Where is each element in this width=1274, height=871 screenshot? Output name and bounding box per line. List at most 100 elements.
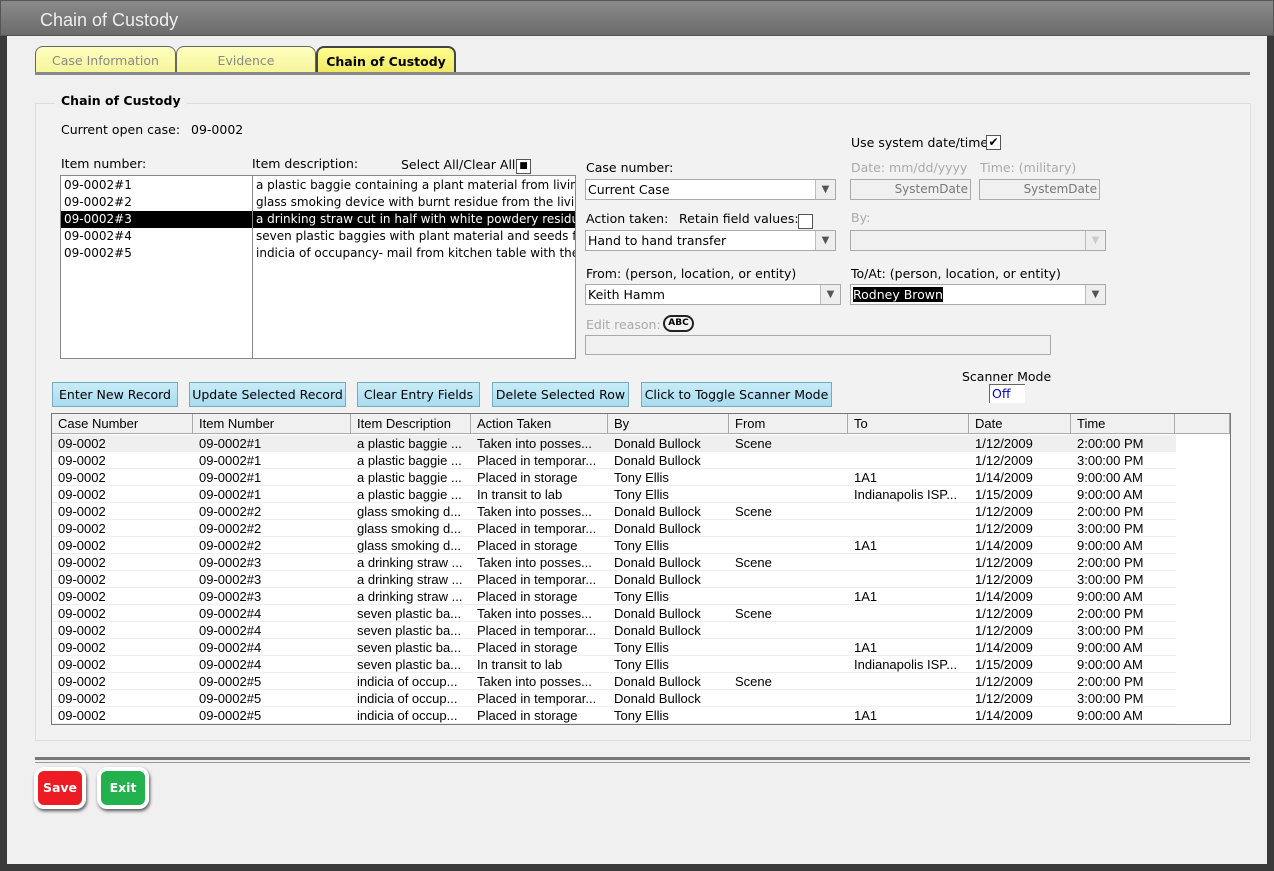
table-row[interactable]: 09-0002 09-0002#4 seven plastic ba... Place…: [52, 622, 1176, 639]
column-header[interactable]: Item Number: [193, 414, 351, 434]
table-cell: [848, 690, 969, 707]
select-all-checkbox[interactable]: ■: [516, 159, 531, 174]
date-field[interactable]: SystemDate: [850, 179, 971, 200]
table-cell: 09-0002: [58, 470, 106, 485]
time-field[interactable]: SystemDate: [979, 179, 1100, 200]
table-row[interactable]: 09-0002 09-0002#3 a drinking straw ... Plac…: [52, 588, 1176, 605]
edit-reason-field[interactable]: [585, 335, 1051, 355]
table-row[interactable]: 09-0002 09-0002#5 indicia of occup... Place…: [52, 690, 1176, 707]
table-cell: Scene: [735, 555, 772, 570]
table-cell: [729, 537, 848, 554]
divider: [35, 762, 1250, 763]
item-number-label: Item number:: [61, 156, 147, 171]
retain-field-values-checkbox[interactable]: [798, 214, 813, 229]
table-cell: 09-0002#4: [199, 623, 262, 638]
column-header[interactable]: To: [848, 414, 969, 434]
column-header[interactable]: Action Taken: [471, 414, 608, 434]
item-number: 09-0002#2: [64, 195, 132, 209]
table-cell: 09-0002: [58, 674, 106, 689]
table-row[interactable]: 09-0002 09-0002#1 a plastic baggie ... Take…: [52, 435, 1176, 452]
column-header[interactable]: Case Number: [52, 414, 193, 434]
column-header[interactable]: From: [729, 414, 848, 434]
item-list-row[interactable]: 09-0002#3 a drinking straw cut in half wi…: [61, 211, 575, 228]
save-button[interactable]: Save: [34, 767, 86, 809]
table-cell: 1/12/2009: [975, 674, 1033, 689]
case-number-select[interactable]: Current Case ▼: [585, 179, 836, 200]
table-cell: Tony Ellis: [614, 487, 669, 502]
item-list[interactable]: 09-0002#1 a plastic baggie containing a p…: [60, 175, 576, 359]
table-cell: Placed in temporar...: [477, 453, 597, 468]
table-cell: 1/12/2009: [975, 504, 1033, 519]
tab-chain-of-custody[interactable]: Chain of Custody: [316, 46, 456, 73]
item-list-row[interactable]: 09-0002#4 seven plastic baggies with plan…: [61, 228, 575, 245]
column-header[interactable]: Item Description: [351, 414, 471, 434]
delete-selected-row-button[interactable]: Delete Selected Row: [492, 382, 629, 407]
exit-button[interactable]: Exit: [97, 767, 149, 809]
date-label: Date: mm/dd/yyyy: [851, 160, 968, 175]
table-row[interactable]: 09-0002 09-0002#5 indicia of occup... Taken…: [52, 673, 1176, 690]
update-selected-record-button[interactable]: Update Selected Record: [189, 382, 346, 407]
table-cell: 09-0002: [58, 521, 106, 536]
item-list-row[interactable]: 09-0002#1 a plastic baggie containing a p…: [61, 177, 575, 194]
action-taken-select[interactable]: Hand to hand transfer ▼: [585, 230, 836, 251]
table-cell: 09-0002#4: [199, 640, 262, 655]
tab-divider: [35, 72, 1250, 75]
table-row[interactable]: 09-0002 09-0002#2 glass smoking d... Placed…: [52, 520, 1176, 537]
table-row[interactable]: 09-0002 09-0002#3 a drinking straw ... Take…: [52, 554, 1176, 571]
table-cell: Taken into posses...: [477, 504, 592, 519]
table-row[interactable]: 09-0002 09-0002#4 seven plastic ba... Place…: [52, 639, 1176, 656]
table-cell: [729, 452, 848, 469]
enter-new-record-button[interactable]: Enter New Record: [52, 382, 178, 407]
table-cell: 09-0002#3: [199, 589, 262, 604]
table-cell: 1A1: [854, 708, 878, 723]
tab-case-information[interactable]: Case Information: [35, 46, 176, 73]
from-select[interactable]: Keith Hamm ▼: [585, 284, 841, 305]
table-row[interactable]: 09-0002 09-0002#2 glass smoking d... Taken …: [52, 503, 1176, 520]
spell-check-icon[interactable]: ABC: [663, 315, 694, 332]
table-cell: [729, 486, 848, 503]
table-row[interactable]: 09-0002 09-0002#4 seven plastic ba... In tr…: [52, 656, 1176, 673]
to-select[interactable]: Rodney Brown ▼: [850, 284, 1106, 305]
table-cell: 1A1: [854, 589, 878, 604]
table-cell: 09-0002#5: [199, 708, 262, 723]
table-cell: 09-0002: [58, 606, 106, 621]
column-header[interactable]: By: [608, 414, 729, 434]
table-row[interactable]: 09-0002 09-0002#1 a plastic baggie ... In t…: [52, 486, 1176, 503]
table-cell: indicia of occup...: [357, 674, 458, 689]
table-cell: Donald Bullock: [614, 674, 701, 689]
toggle-scanner-mode-button[interactable]: Click to Toggle Scanner Mode: [641, 382, 832, 407]
clear-entry-fields-button[interactable]: Clear Entry Fields: [357, 382, 480, 407]
item-number: 09-0002#3: [61, 211, 252, 228]
table-cell: [729, 707, 848, 724]
column-header[interactable]: Date: [969, 414, 1071, 434]
table-cell: [848, 554, 969, 571]
tab-evidence[interactable]: Evidence: [176, 46, 316, 73]
table-row[interactable]: 09-0002 09-0002#3 a drinking straw ... Plac…: [52, 571, 1176, 588]
table-cell: a plastic baggie ...: [357, 487, 462, 502]
table-cell: 1/14/2009: [975, 640, 1033, 655]
table-row[interactable]: 09-0002 09-0002#4 seven plastic ba... Taken…: [52, 605, 1176, 622]
column-header[interactable]: Time: [1071, 414, 1175, 434]
table-cell: Donald Bullock: [614, 453, 701, 468]
table-cell: [848, 435, 969, 452]
chevron-down-icon: ▼: [815, 231, 835, 250]
by-select[interactable]: ▼: [850, 230, 1106, 251]
table-cell: a plastic baggie ...: [357, 436, 462, 451]
custody-records-table[interactable]: Case Number Item Number Item Description Ac…: [51, 413, 1231, 725]
table-row[interactable]: 09-0002 09-0002#2 glass smoking d... Placed…: [52, 537, 1176, 554]
from-label: From: (person, location, or entity): [586, 266, 797, 281]
item-list-row[interactable]: 09-0002#2 glass smoking device with burnt…: [61, 194, 575, 211]
table-cell: 9:00:00 AM: [1077, 708, 1143, 723]
table-row[interactable]: 09-0002 09-0002#1 a plastic baggie ... Plac…: [52, 452, 1176, 469]
table-cell: 09-0002#1: [199, 453, 262, 468]
scanner-mode-label: Scanner Mode: [962, 369, 1052, 384]
table-cell: glass smoking d...: [357, 504, 462, 519]
item-description: seven plastic baggies with plant materia…: [256, 229, 575, 243]
table-row[interactable]: 09-0002 09-0002#5 indicia of occup... Place…: [52, 707, 1176, 724]
item-list-row[interactable]: 09-0002#5 indicia of occupancy- mail from…: [61, 245, 575, 262]
table-cell: 1/14/2009: [975, 589, 1033, 604]
table-row[interactable]: 09-0002 09-0002#1 a plastic baggie ... Plac…: [52, 469, 1176, 486]
use-system-date-checkbox[interactable]: ✔: [986, 135, 1001, 150]
table-cell: 1/12/2009: [975, 606, 1033, 621]
current-case-value: 09-0002: [191, 122, 244, 137]
